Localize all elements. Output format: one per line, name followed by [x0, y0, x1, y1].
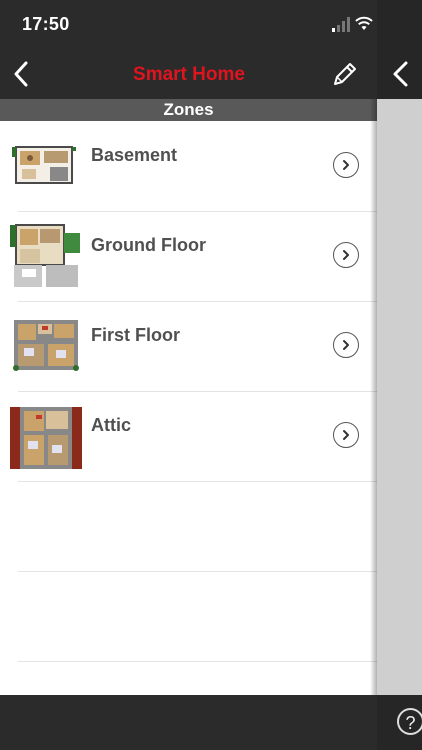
zone-label: Basement	[91, 145, 178, 165]
chevron-right-circle-icon[interactable]	[333, 152, 359, 178]
section-header: Zones	[0, 99, 377, 121]
bottom-toolbar	[0, 695, 377, 750]
pencil-icon[interactable]	[330, 59, 360, 89]
help-button[interactable]: ?	[397, 708, 422, 735]
floorplan-thumbnail-first-floor	[13, 320, 79, 371]
wifi-icon	[355, 16, 373, 30]
chevron-right-circle-icon[interactable]	[333, 242, 359, 268]
nav-bar: Smart Home	[0, 50, 378, 99]
status-bar: 17:50	[0, 0, 422, 50]
zone-label: Ground Floor	[91, 235, 206, 255]
app-screen: 17:50 Smart Home Zones Basement Ground F…	[0, 0, 422, 750]
chevron-right-icon	[343, 250, 349, 260]
divider	[18, 481, 377, 482]
chevron-right-circle-icon[interactable]	[333, 422, 359, 448]
zone-item-basement[interactable]: Basement	[0, 121, 377, 211]
chevron-right-icon	[343, 160, 349, 170]
zone-item-first-floor[interactable]: First Floor	[0, 301, 377, 391]
floorplan-thumbnail-attic	[10, 407, 82, 469]
divider	[18, 661, 377, 662]
chevron-right-icon	[343, 340, 349, 350]
zone-item-attic[interactable]: Attic	[0, 391, 377, 481]
chevron-right-circle-icon[interactable]	[333, 332, 359, 358]
status-time: 17:50	[22, 14, 70, 34]
zone-list: Basement Ground Floor First Floor Attic	[0, 121, 377, 695]
side-panel: ?	[377, 0, 422, 750]
zone-item-ground-floor[interactable]: Ground Floor	[0, 211, 377, 301]
chevron-right-icon	[343, 430, 349, 440]
floorplan-thumbnail-ground-floor	[10, 224, 80, 287]
side-panel-header	[377, 0, 422, 99]
page-title: Smart Home	[133, 64, 245, 85]
zone-label: Attic	[91, 415, 131, 435]
divider	[18, 571, 377, 572]
floorplan-thumbnail-basement	[12, 146, 76, 184]
zone-label: First Floor	[91, 325, 180, 345]
chevron-left-icon[interactable]	[385, 58, 415, 90]
cellular-signal-icon	[332, 17, 350, 32]
